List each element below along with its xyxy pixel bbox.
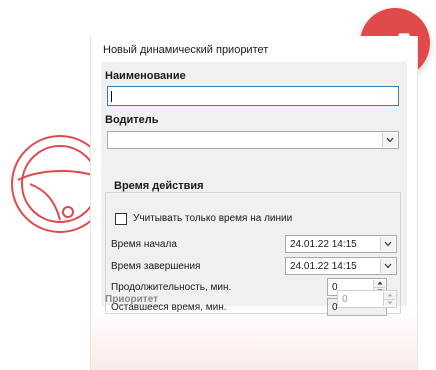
end-time-value: 24.01.22 14:15 [290,261,357,272]
duration-label: Продолжительность, мин. [111,282,232,293]
dialog-title: Новый динамический приоритет [103,44,269,56]
priority-value: 0 [342,294,348,305]
only-line-time-label: Учитывать только время на линии [133,213,293,224]
priority-stepper[interactable]: 0 [337,290,397,308]
priority-spin-buttons[interactable] [383,292,395,306]
end-time-label: Время завершения [111,261,201,272]
driver-label: Водитель [105,114,159,126]
chevron-down-icon[interactable] [380,237,395,251]
time-group-title: Время действия [111,180,207,192]
start-time-label: Время начала [111,239,177,250]
text-caret [111,91,112,102]
spin-down-icon[interactable] [384,298,395,306]
new-dynamic-priority-dialog: Новый динамический приоритет Наименовани… [90,36,418,370]
start-time-value: 24.01.22 14:15 [290,239,357,250]
start-time-picker[interactable]: 24.01.22 14:15 [285,235,397,253]
driver-dropdown[interactable] [107,131,399,149]
form-panel: Наименование Водитель Время действия Учи… [101,62,407,316]
priority-label: Приоритет [105,294,159,305]
name-label: Наименование [105,70,186,82]
chevron-down-icon[interactable] [380,259,395,273]
name-input[interactable] [107,86,399,106]
only-line-time-checkbox[interactable] [115,213,127,225]
end-time-picker[interactable]: 24.01.22 14:15 [285,257,397,275]
chevron-down-icon[interactable] [382,133,397,147]
